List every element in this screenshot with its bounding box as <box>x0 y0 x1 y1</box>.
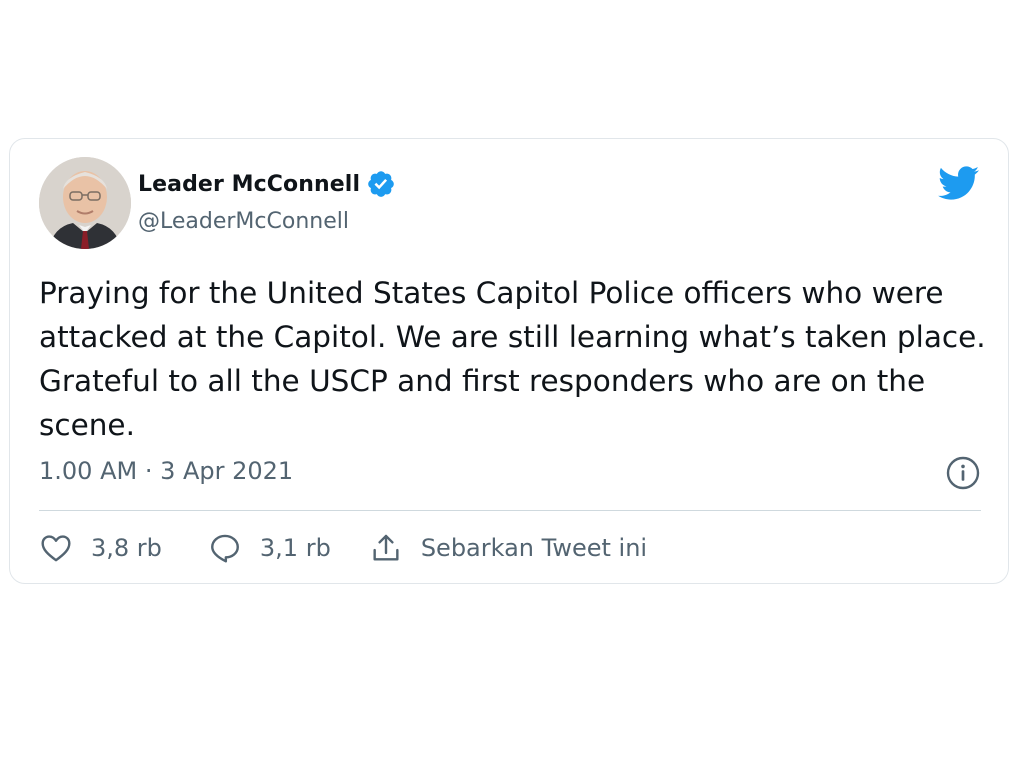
share-label: Sebarkan Tweet ini <box>420 534 648 562</box>
reply-button[interactable]: 3,1 rb <box>208 531 331 565</box>
tweet-timestamp[interactable]: 1.00 AM · 3 Apr 2021 <box>39 457 293 485</box>
like-count: 3,8 rb <box>91 534 162 562</box>
tweet-actions: 3,8 rb 3,1 rb Sebarkan Tweet ini <box>39 531 647 565</box>
tweet-card[interactable]: Leader McConnell @LeaderMcConnell Prayin… <box>9 138 1009 584</box>
avatar[interactable] <box>39 157 131 249</box>
divider <box>39 510 981 511</box>
twitter-bird-icon[interactable] <box>936 165 980 201</box>
author-display-name[interactable]: Leader McConnell <box>138 172 360 197</box>
heart-icon <box>41 535 71 562</box>
author-handle[interactable]: @LeaderMcConnell <box>138 209 349 234</box>
share-button[interactable]: Sebarkan Tweet ini <box>369 531 647 565</box>
reply-count: 3,1 rb <box>259 534 331 562</box>
like-button[interactable]: 3,8 rb <box>39 531 162 565</box>
share-icon <box>373 534 399 561</box>
info-icon[interactable] <box>945 455 981 491</box>
tweet-text: Praying for the United States Capitol Po… <box>39 276 986 442</box>
avatar-portrait-image <box>39 157 131 249</box>
author-name-row[interactable]: Leader McConnell <box>138 169 396 199</box>
verified-badge-icon <box>366 169 396 199</box>
reply-bubble-icon <box>210 534 239 563</box>
